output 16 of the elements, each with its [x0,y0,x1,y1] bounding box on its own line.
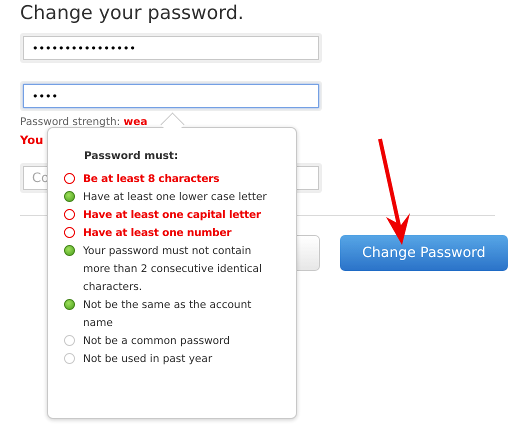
rule-text: Not be used in past year [83,352,214,367]
new-password-field[interactable]: •••• [23,84,319,108]
strength-label: Password strength: [20,116,120,128]
rule-text: Not be the same as the account name [83,298,252,331]
rule-text: Have at least one lower case letter [83,190,268,205]
error-message: You [20,133,44,147]
current-password-field[interactable]: •••••••••••••••• [23,36,319,60]
strength-value: wea [124,116,148,128]
rule-text: Have at least one capital letter [83,208,262,223]
popover-heading: Password must: [84,149,180,164]
rule-text: Have at least one number [83,226,232,241]
page-title: Change your password. [20,1,245,25]
change-password-button[interactable]: Change Password [340,235,508,271]
rule-text: Be at least 8 characters [83,172,220,187]
rule-text: Not be a common password [83,334,231,349]
rule-text: Your password must not contain more than 2 consecutive identical characters. [83,244,263,295]
